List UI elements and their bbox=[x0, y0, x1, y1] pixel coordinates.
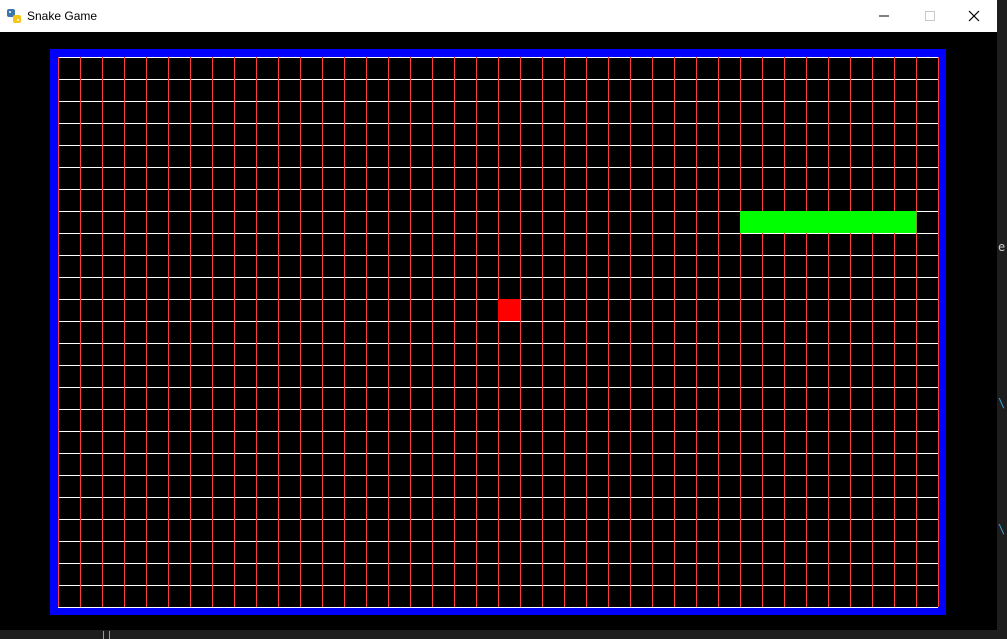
background-taskbar-strip bbox=[0, 630, 1007, 639]
background-glyph: e bbox=[998, 240, 1006, 254]
snake-segment bbox=[872, 211, 895, 233]
window-titlebar[interactable]: Snake Game bbox=[0, 0, 997, 32]
background-mark bbox=[103, 631, 104, 639]
snake-segment bbox=[806, 211, 829, 233]
minimize-button[interactable] bbox=[861, 0, 907, 32]
game-board[interactable] bbox=[50, 49, 946, 615]
snake-head bbox=[894, 211, 917, 233]
background-mark bbox=[109, 631, 110, 639]
close-button[interactable] bbox=[951, 0, 997, 32]
snake-segment bbox=[784, 211, 807, 233]
snake-segment bbox=[740, 211, 763, 233]
snake-segment bbox=[762, 211, 785, 233]
snake-segment bbox=[850, 211, 873, 233]
background-window-edge bbox=[997, 0, 1007, 639]
minimize-icon bbox=[879, 15, 889, 17]
background-glyph: \ bbox=[998, 396, 1006, 410]
snake-segment bbox=[828, 211, 851, 233]
close-icon bbox=[968, 10, 980, 22]
food-pellet bbox=[498, 299, 520, 321]
python-icon bbox=[7, 9, 21, 23]
maximize-button[interactable] bbox=[907, 0, 953, 32]
maximize-icon bbox=[925, 11, 935, 21]
background-glyph: \ bbox=[998, 522, 1006, 536]
window-title: Snake Game bbox=[27, 9, 98, 23]
